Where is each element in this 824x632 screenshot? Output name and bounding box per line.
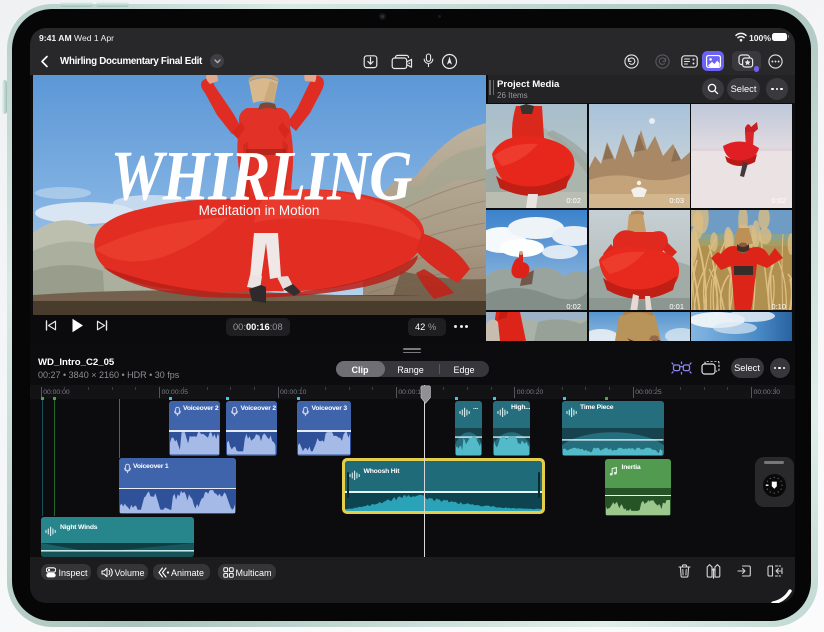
svg-text:0:02: 0:02: [566, 196, 581, 205]
svg-text:0:02: 0:02: [771, 196, 786, 205]
svg-text:0:02: 0:02: [566, 302, 581, 310]
svg-text:0:10: 0:10: [771, 302, 786, 310]
svg-text:0:01: 0:01: [669, 302, 684, 310]
svg-text:Meditation in Motion: Meditation in Motion: [199, 203, 320, 218]
svg-text:0:03: 0:03: [669, 196, 684, 205]
